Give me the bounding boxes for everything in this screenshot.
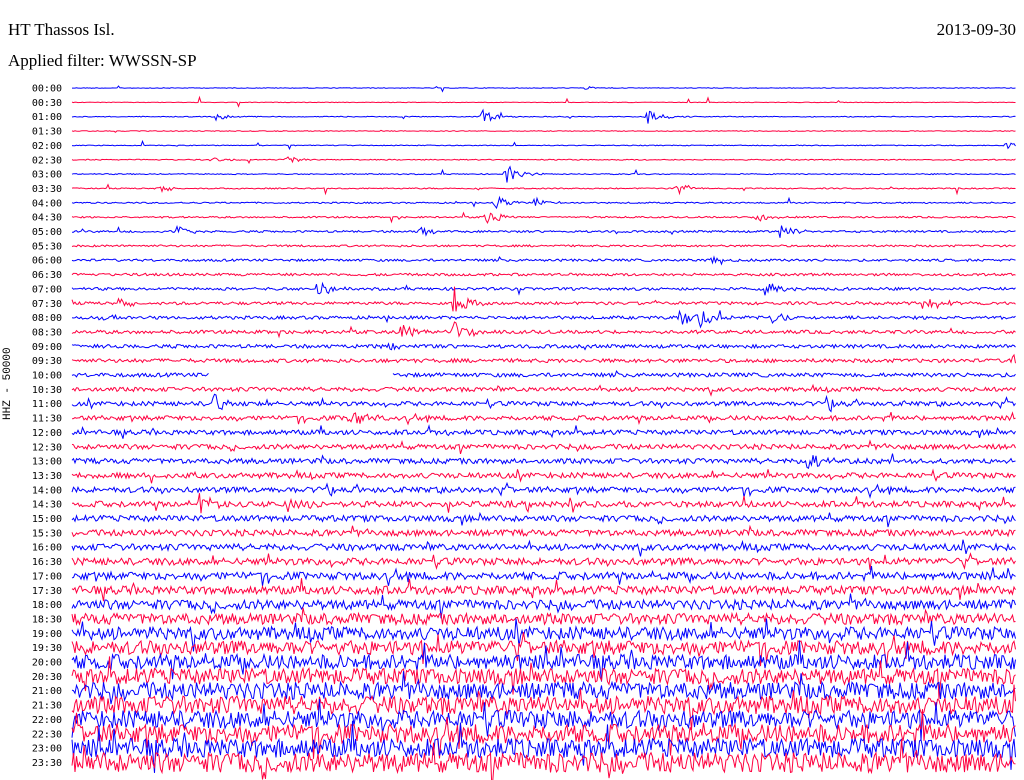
trace-row [71,393,1016,413]
trace-row [71,383,1016,397]
trace-row [71,552,1016,571]
time-label: 11:30 [32,414,62,425]
trace-row [71,195,1016,210]
trace-row [71,539,1016,557]
trace-row [71,411,1016,426]
trace-row [71,165,1016,183]
trace-row [71,108,1016,124]
time-label: 05:30 [32,241,62,252]
trace-row [71,286,1016,312]
trace-row [71,281,1016,296]
time-label: 20:30 [32,672,62,683]
time-label: 06:30 [32,270,62,281]
time-label: 16:00 [32,543,62,554]
time-label: 04:00 [32,198,62,209]
time-label: 23:00 [32,744,62,755]
time-label-group: 00:00 00:30 01:00 01:30 02:00 02:30 03:00 03:30… [32,84,62,769]
trace-row [71,566,1016,586]
trace-row [71,511,1016,528]
trace-row [72,85,1016,93]
time-label: 22:30 [32,729,62,740]
trace-row [71,578,1016,602]
time-label: 00:00 [32,84,62,95]
time-label: 21:00 [32,686,62,697]
trace-row [71,224,1016,238]
time-label: 18:30 [32,614,62,625]
trace-row [71,439,1016,455]
time-label: 23:30 [32,758,62,769]
trace-row [71,524,1016,538]
time-label: 07:00 [32,284,62,295]
time-label: 19:00 [32,629,62,640]
trace-row [71,481,1016,499]
time-label: 06:00 [32,256,62,267]
time-label: 20:00 [32,658,62,669]
time-label: 18:00 [32,600,62,611]
trace-row [71,309,1016,329]
time-label: 10:30 [32,385,62,396]
time-label: 14:00 [32,485,62,496]
trace-row [71,139,1016,151]
trace-row [71,321,1016,339]
trace-row [71,272,1016,277]
time-label: 11:00 [32,399,62,410]
trace-row [71,129,1016,133]
time-label: 16:30 [32,557,62,568]
trace-row [71,468,1016,484]
trace-row [71,424,1016,439]
time-label: 07:30 [32,299,62,310]
time-label: 17:30 [32,586,62,597]
time-label: 02:00 [32,141,62,152]
trace-row [71,342,1016,351]
time-label: 04:30 [32,213,62,224]
trace-row [71,183,1016,196]
time-label: 05:00 [32,227,62,238]
time-label: 03:30 [32,184,62,195]
time-label: 13:30 [32,471,62,482]
time-label: 02:30 [32,155,62,166]
time-label: 10:00 [32,371,62,382]
helicorder-plot: 00:00 00:30 01:00 01:30 02:00 02:30 03:00 03:30… [32,84,1016,780]
trace-row [71,211,1016,224]
trace-row [71,156,1016,165]
time-label: 19:30 [32,643,62,654]
time-label: 15:30 [32,528,62,539]
trace-row [71,370,1016,379]
time-label: 15:00 [32,514,62,525]
trace-row [71,593,1016,619]
time-label: 08:00 [32,313,62,324]
time-label: 14:30 [32,500,62,511]
time-label: 08:30 [32,327,62,338]
time-label: 12:30 [32,442,62,453]
trace-group [71,85,1016,780]
time-label: 13:00 [32,457,62,468]
time-label: 22:00 [32,715,62,726]
time-label: 00:30 [32,98,62,109]
trace-row [71,244,1016,248]
trace-row [71,255,1016,266]
time-label: 09:30 [32,356,62,367]
trace-row [71,453,1016,469]
trace-row [71,95,1016,108]
time-label: 03:00 [32,170,62,181]
time-label: 12:00 [32,428,62,439]
time-label: 01:00 [32,112,62,123]
time-label: 01:30 [32,127,62,138]
time-label: 09:00 [32,342,62,353]
time-label: 17:00 [32,571,62,582]
time-label: 21:30 [32,701,62,712]
trace-row [71,493,1016,514]
trace-row [71,671,1016,705]
trace-row [71,353,1016,364]
